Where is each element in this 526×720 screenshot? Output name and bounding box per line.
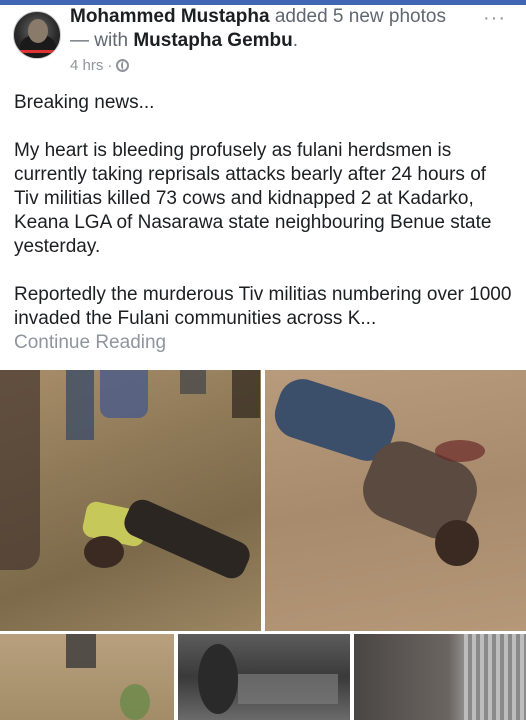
post-photo-5[interactable] bbox=[354, 634, 526, 720]
photo-figure-legs bbox=[119, 495, 255, 583]
post-paragraph-1: Breaking news... bbox=[14, 92, 155, 113]
post-photo-1[interactable] bbox=[0, 370, 261, 631]
photo-car-frame bbox=[198, 644, 238, 714]
author-name[interactable]: Mohammed Mustapha bbox=[70, 6, 270, 27]
post-photo-4[interactable] bbox=[178, 634, 350, 720]
post-paragraph-2: My heart is bleeding profusely as fulani… bbox=[14, 140, 492, 257]
tagged-name[interactable]: Mustapha Gembu bbox=[133, 30, 292, 51]
post-paragraph-3: Reportedly the murderous Tiv militias nu… bbox=[14, 284, 512, 329]
avatar-caption-strip bbox=[18, 50, 58, 53]
photo-figure bbox=[66, 370, 94, 440]
photo-figure bbox=[180, 370, 206, 394]
photo-figure bbox=[66, 634, 96, 668]
post-meta: 4 hrs · bbox=[70, 57, 130, 74]
tagged-suffix: . bbox=[292, 30, 299, 51]
continue-reading-link[interactable]: Continue Reading bbox=[14, 331, 514, 355]
photo-figure bbox=[232, 370, 260, 418]
globe-icon bbox=[116, 59, 130, 72]
post-header-line: Mohammed Mustapha added 5 new photos — w… bbox=[70, 5, 470, 53]
more-options-button[interactable]: ··· bbox=[483, 7, 506, 30]
avatar-face bbox=[28, 19, 48, 43]
post-header: Mohammed Mustapha added 5 new photos — w… bbox=[0, 5, 526, 81]
post-body: Breaking news... My heart is bleeding pr… bbox=[14, 91, 514, 355]
photo-car-panel bbox=[238, 674, 338, 704]
photo-metal-wall bbox=[464, 634, 526, 720]
photo-figure bbox=[0, 370, 40, 570]
photo-figure-head bbox=[435, 520, 479, 566]
photo-figure-head bbox=[84, 536, 124, 568]
photo-figure bbox=[100, 370, 148, 418]
post-photo-2[interactable] bbox=[265, 370, 526, 631]
meta-separator: · bbox=[107, 57, 113, 74]
author-avatar[interactable] bbox=[13, 11, 61, 59]
photo-plant bbox=[120, 684, 150, 720]
post-photo-3[interactable] bbox=[0, 634, 174, 720]
photo-stain bbox=[435, 440, 485, 462]
post-timestamp[interactable]: 4 hrs bbox=[70, 57, 103, 74]
